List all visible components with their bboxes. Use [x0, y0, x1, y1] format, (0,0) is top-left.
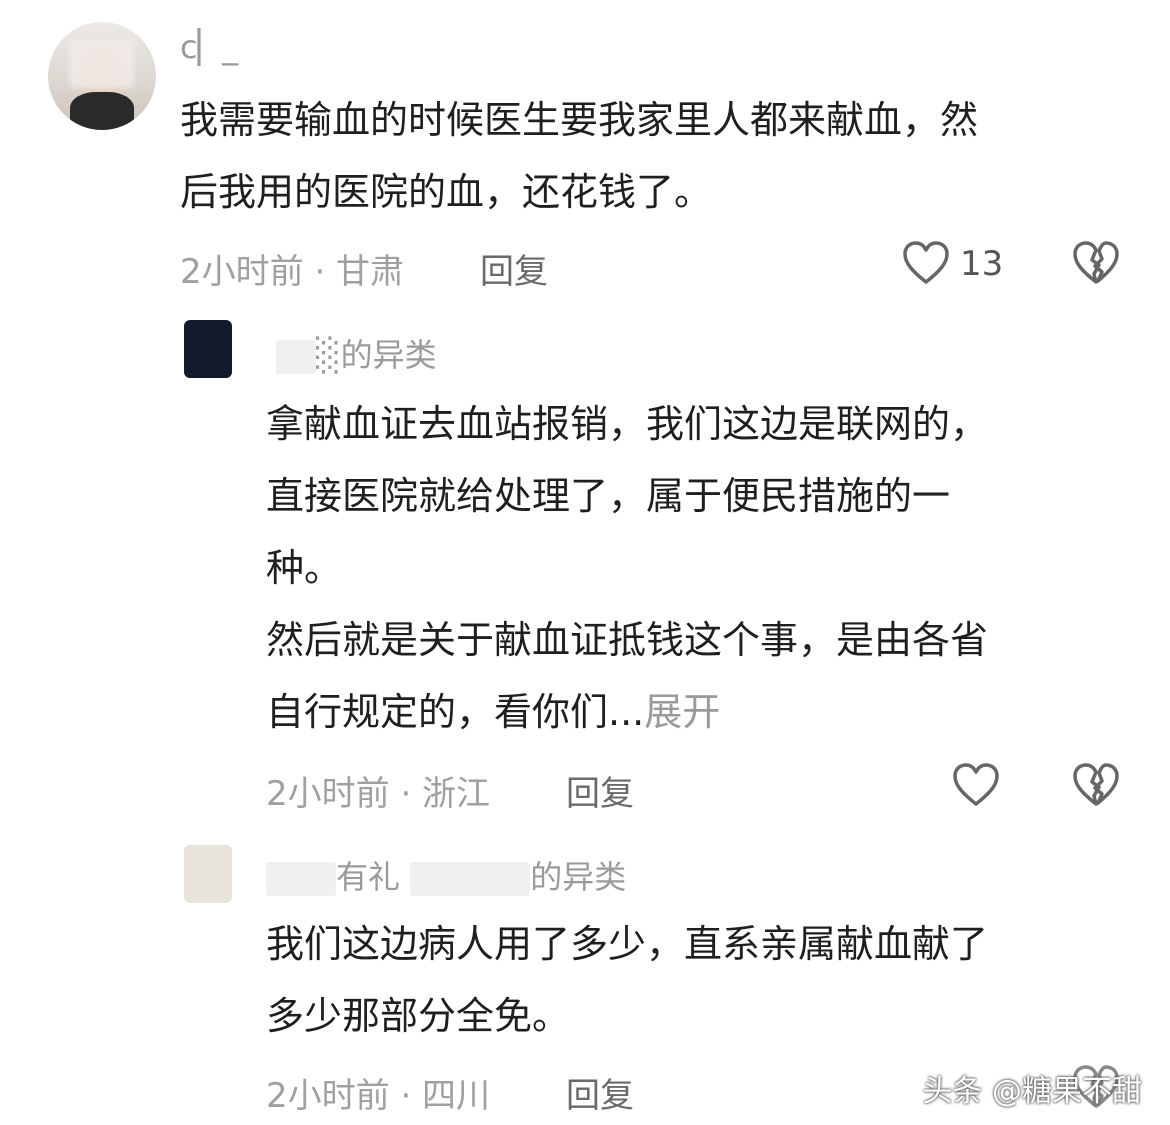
blurred-text: [276, 340, 316, 374]
comment-meta: 2小时前 · 浙江: [266, 774, 491, 814]
comment-line-text: 自行规定的，看你们...: [266, 690, 645, 734]
comment-line: 我需要输血的时候医生要我家里人都来献血，然: [180, 98, 979, 142]
reply-button[interactable]: 回复: [480, 244, 548, 293]
comment-username[interactable]: ░的异类: [276, 330, 437, 376]
comment-line: 种。: [266, 546, 343, 590]
broken-heart-icon[interactable]: [1072, 240, 1120, 286]
watermark: 头条 @糖果不甜: [922, 1074, 1142, 1109]
broken-heart-icon[interactable]: [1072, 762, 1120, 808]
comment-line: 自行规定的，看你们...展开: [266, 676, 988, 748]
comment-line: 我们这边病人用了多少，直系亲属献血献了: [266, 922, 989, 966]
username-text: ░的异类: [316, 336, 437, 374]
comment-line: 然后就是关于献血证抵钱这个事，是由各省: [266, 618, 989, 662]
avatar[interactable]: [184, 845, 232, 903]
comment-line: 后我用的医院的血，还花钱了。: [180, 170, 713, 214]
blurred-text: [266, 862, 336, 896]
comment-line: 多少那部分全免。: [266, 994, 571, 1038]
expand-link[interactable]: 展开: [644, 690, 720, 734]
comment-meta: 2小时前 · 四川: [266, 1076, 491, 1116]
avatar[interactable]: [184, 320, 232, 378]
comment-line: 拿献血证去血站报销，我们这边是联网的，: [266, 402, 989, 446]
reply-button[interactable]: 回复: [566, 766, 634, 815]
username-text: 的异类: [530, 858, 627, 896]
avatar[interactable]: [48, 22, 156, 130]
heart-icon[interactable]: [902, 240, 950, 286]
comment-username[interactable]: c▏_: [180, 28, 238, 66]
comment-line: 直接医院就给处理了，属于便民措施的一: [266, 474, 951, 518]
username-text: 有礼: [336, 858, 401, 896]
comment-text: 拿献血证去血站报销，我们这边是联网的， 直接医院就给处理了，属于便民措施的一 种…: [266, 388, 988, 748]
comment-meta: 2小时前 · 甘肃: [180, 252, 405, 292]
like-count: 13: [960, 244, 1004, 284]
reply-button[interactable]: 回复: [566, 1068, 634, 1117]
blurred-text: [410, 862, 531, 896]
heart-icon[interactable]: [952, 762, 1000, 808]
comment-text: 我需要输血的时候医生要我家里人都来献血，然 后我用的医院的血，还花钱了。: [180, 84, 978, 228]
comment-text: 我们这边病人用了多少，直系亲属献血献了 多少那部分全免。: [266, 908, 988, 1052]
comment-username[interactable]: 有礼 的异类: [266, 852, 626, 898]
